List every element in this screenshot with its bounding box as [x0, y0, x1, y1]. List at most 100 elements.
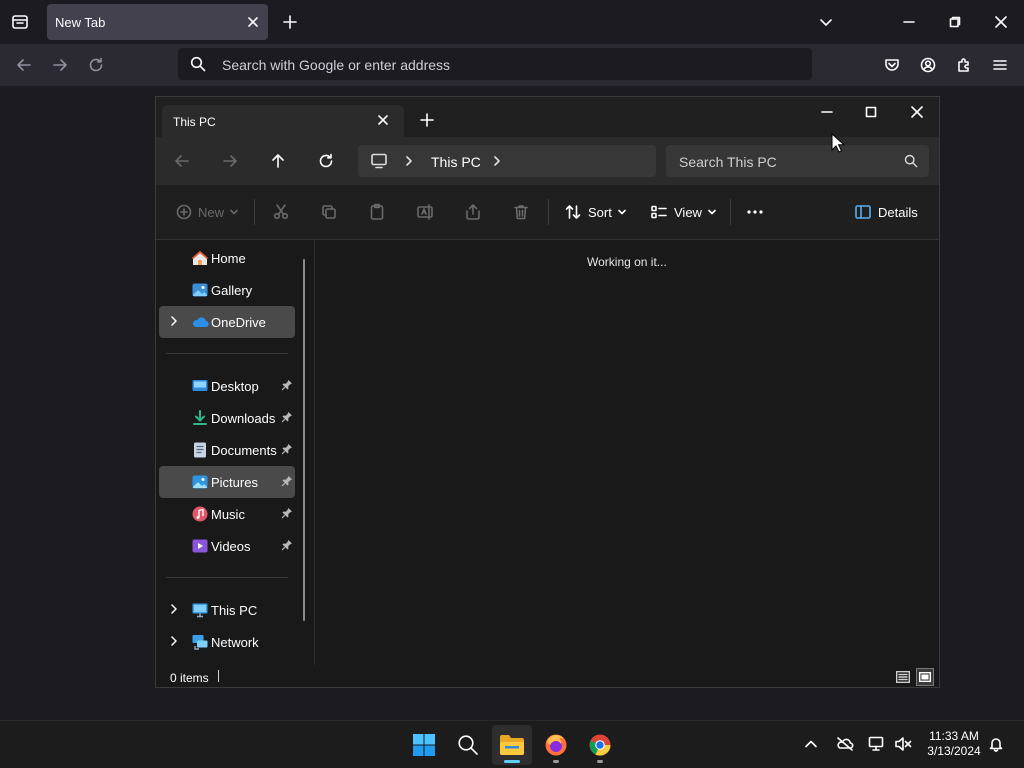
reload-button[interactable] [82, 50, 110, 80]
close-tab-button[interactable] [243, 12, 263, 32]
sidebar-item-music[interactable]: Music [159, 498, 295, 530]
sidebar-item-documents[interactable]: Documents [159, 434, 295, 466]
running-app-indicator [553, 760, 559, 763]
windows-logo-icon [413, 734, 435, 756]
system-clock[interactable]: 11:33 AM 3/13/2024 [920, 729, 988, 759]
sidebar-item-label: Desktop [211, 379, 259, 394]
notifications-button[interactable] [988, 736, 1004, 752]
details-pane-button[interactable]: Details [854, 199, 918, 225]
gallery-icon [192, 283, 208, 297]
sort-label: Sort [588, 204, 612, 220]
explorer-minimize-button[interactable] [804, 97, 850, 127]
forward-button[interactable] [46, 50, 74, 80]
tiles-view-button[interactable] [916, 668, 934, 686]
details-label: Details [878, 204, 918, 220]
new-item-button[interactable]: New [176, 199, 238, 225]
browser-tab-new-tab[interactable]: New Tab [47, 4, 268, 40]
monitor-icon [371, 153, 387, 169]
explorer-forward-button[interactable] [214, 147, 246, 175]
sidebar-item-desktop[interactable]: Desktop [159, 370, 295, 402]
sidebar-item-network[interactable]: Network [159, 626, 295, 658]
minimize-icon [903, 21, 915, 23]
refresh-icon [319, 153, 333, 168]
explorer-up-button[interactable] [262, 147, 294, 175]
sidebar-item-downloads[interactable]: Downloads [159, 402, 295, 434]
details-view-icon [896, 671, 910, 683]
details-view-button[interactable] [894, 668, 912, 686]
explorer-navigation-bar: This PC Search This PC [156, 137, 939, 185]
cut-button[interactable] [272, 199, 290, 225]
minimize-button[interactable] [894, 8, 924, 36]
pin-icon [281, 444, 292, 455]
address-segment-this-pc[interactable]: This PC [431, 154, 481, 170]
show-hidden-icons-button[interactable] [804, 737, 818, 751]
sidebar-item-pictures[interactable]: Pictures [159, 466, 295, 498]
sidebar-item-videos[interactable]: Videos [159, 530, 295, 562]
sort-icon [565, 205, 581, 219]
account-button[interactable] [914, 50, 942, 80]
chevron-down-icon [230, 209, 238, 215]
network-tray-icon[interactable] [868, 736, 886, 752]
search-icon [458, 735, 478, 755]
taskbar-file-explorer[interactable] [492, 725, 532, 765]
navigation-pane-scrollbar[interactable] [303, 259, 305, 621]
new-explorer-tab-button[interactable] [412, 106, 442, 134]
explorer-tab-this-pc[interactable]: This PC [162, 105, 404, 137]
onedrive-tray-icon[interactable] [836, 736, 854, 752]
restore-button[interactable] [940, 8, 970, 36]
explorer-maximize-button[interactable] [848, 97, 894, 127]
explorer-search-box[interactable]: Search This PC [666, 145, 929, 177]
url-bar[interactable]: Search with Google or enter address [178, 48, 812, 80]
bell-icon [989, 738, 1003, 752]
pin-icon [281, 508, 292, 519]
start-button[interactable] [404, 725, 444, 765]
taskbar-firefox[interactable] [536, 725, 576, 765]
share-icon [466, 204, 480, 220]
copy-button[interactable] [320, 199, 338, 225]
chrome-icon [589, 734, 611, 756]
sidebar-item-home[interactable]: Home [159, 242, 295, 274]
pin-icon [281, 540, 292, 551]
search-icon [904, 154, 918, 168]
delete-button[interactable] [512, 199, 530, 225]
sidebar-item-onedrive[interactable]: OneDrive [159, 306, 295, 338]
navigation-pane: Home Gallery OneDrive Desktop Downloads … [156, 240, 314, 665]
explorer-refresh-button[interactable] [310, 147, 342, 175]
close-explorer-tab-button[interactable] [368, 106, 398, 134]
more-options-button[interactable] [746, 199, 764, 225]
back-button[interactable] [10, 50, 38, 80]
share-button[interactable] [464, 199, 482, 225]
sidebar-divider [166, 353, 288, 354]
file-content-area[interactable] [315, 240, 939, 665]
chevron-right-icon [406, 156, 412, 166]
explorer-close-button[interactable] [894, 97, 939, 127]
chevron-right-icon [171, 636, 177, 646]
paste-icon [370, 203, 384, 220]
volume-muted-icon [895, 737, 912, 751]
volume-tray-icon[interactable] [894, 736, 912, 752]
pocket-button[interactable] [878, 50, 906, 80]
view-button[interactable]: View [650, 199, 716, 225]
paste-button[interactable] [368, 199, 386, 225]
list-all-tabs-button[interactable] [812, 8, 840, 36]
explorer-back-button[interactable] [166, 147, 198, 175]
sidebar-item-this-pc[interactable]: This PC [159, 594, 295, 626]
sidebar-item-gallery[interactable]: Gallery [159, 274, 295, 306]
explorer-titlebar[interactable]: This PC [156, 97, 939, 137]
sidebar-item-label: Downloads [211, 411, 276, 426]
firefox-view-button[interactable] [6, 8, 34, 36]
app-menu-button[interactable] [986, 50, 1014, 80]
sidebar-item-label: Music [211, 507, 245, 522]
sort-button[interactable]: Sort [564, 199, 626, 225]
taskbar-chrome[interactable] [580, 725, 620, 765]
new-tab-button[interactable] [278, 8, 302, 36]
close-window-button[interactable] [986, 8, 1016, 36]
onedrive-icon [192, 317, 209, 328]
explorer-address-bar[interactable]: This PC [358, 145, 656, 177]
view-label: View [674, 204, 702, 220]
arrow-right-icon [53, 59, 67, 71]
extensions-button[interactable] [950, 50, 978, 80]
taskbar-search-button[interactable] [448, 725, 488, 765]
explorer-status-bar: 0 items [156, 665, 939, 687]
rename-button[interactable] [416, 199, 434, 225]
